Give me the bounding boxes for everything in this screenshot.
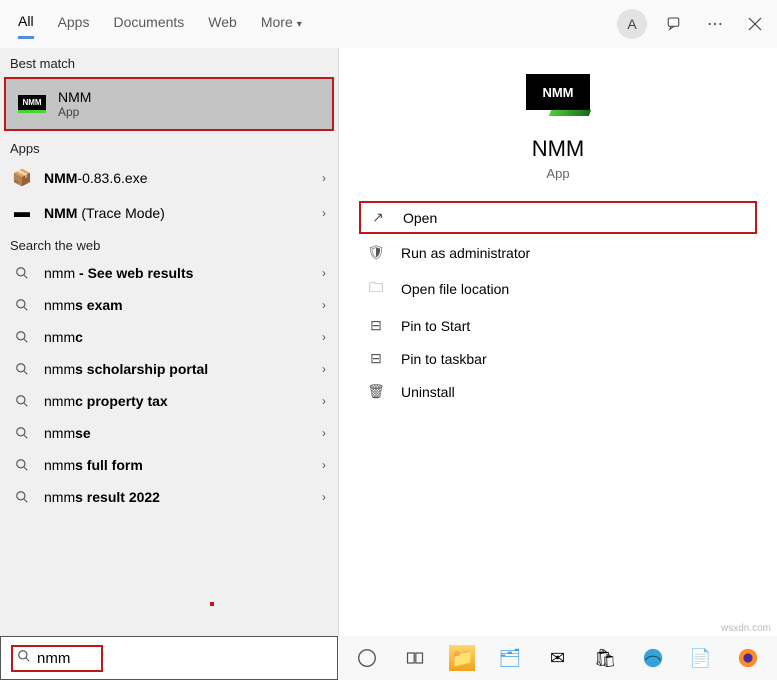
chevron-down-icon: ▾	[297, 19, 302, 30]
tab-web[interactable]: Web	[208, 10, 237, 38]
action-icon: ⊟	[367, 317, 385, 334]
best-match-label: Best match	[0, 48, 338, 75]
preview-subtitle: App	[546, 166, 569, 181]
chevron-right-icon: ›	[322, 171, 326, 185]
nmm-app-icon: NMM	[18, 95, 46, 113]
close-icon[interactable]	[743, 12, 767, 36]
action-label: Open	[403, 210, 437, 226]
nmm-logo-icon: NMM	[526, 74, 590, 110]
preview-panel: NMM NMM App ↗ Open 🛡 Run as administrator 🗀 O…	[338, 48, 777, 680]
search-web-label: Search the web	[0, 230, 338, 257]
chevron-right-icon: ›	[322, 266, 326, 280]
action-icon: 🗀	[367, 277, 385, 301]
search-input[interactable]	[37, 650, 97, 667]
store-icon[interactable]: 🛍	[592, 645, 618, 671]
search-icon	[17, 649, 31, 668]
chevron-right-icon: ›	[322, 330, 326, 344]
action-label: Run as administrator	[401, 245, 530, 261]
action-pin-to-start[interactable]: ⊟ Pin to Start	[359, 311, 757, 340]
tab-all[interactable]: All	[18, 9, 34, 39]
taskbar: 📁 🗂 ✉ 🛍 📄	[338, 636, 777, 680]
header-bar: All Apps Documents Web More▾ A ⋯	[0, 0, 777, 48]
action-label: Open file location	[401, 281, 509, 297]
action-icon: ⊟	[367, 350, 385, 367]
apps-label: Apps	[0, 133, 338, 160]
search-window: All Apps Documents Web More▾ A ⋯ Best ma…	[0, 0, 777, 680]
action-icon: ↗	[369, 209, 387, 226]
search-icon	[12, 458, 32, 472]
web-result-6[interactable]: nmms full form›	[0, 449, 338, 481]
watermark: wsxdn.com	[721, 623, 771, 634]
taskview-icon[interactable]	[402, 645, 428, 671]
action-icon: 🛡	[367, 244, 385, 261]
chevron-right-icon: ›	[322, 362, 326, 376]
action-open[interactable]: ↗ Open	[359, 201, 757, 234]
tab-documents[interactable]: Documents	[113, 10, 184, 38]
mail-icon[interactable]: ✉	[545, 645, 571, 671]
search-bar[interactable]	[0, 636, 338, 680]
web-result-2[interactable]: nmmc›	[0, 321, 338, 353]
web-result-5[interactable]: nmmse›	[0, 417, 338, 449]
file-explorer-icon[interactable]: 📁	[449, 645, 475, 671]
action-icon: 🗑	[367, 383, 385, 400]
app-result-0[interactable]: 📦 NMM-0.83.6.exe ›	[0, 160, 338, 196]
search-icon	[12, 362, 32, 376]
more-options-icon[interactable]: ⋯	[703, 12, 727, 36]
chevron-right-icon: ›	[322, 394, 326, 408]
action-pin-to-taskbar[interactable]: ⊟ Pin to taskbar	[359, 344, 757, 373]
action-label: Uninstall	[401, 384, 455, 400]
search-icon	[12, 490, 32, 504]
chevron-right-icon: ›	[322, 458, 326, 472]
search-icon	[12, 426, 32, 440]
user-avatar[interactable]: A	[617, 9, 647, 39]
main-area: Best match NMM NMM App Apps 📦 NMM-0.83.6…	[0, 48, 777, 680]
app-result-1[interactable]: ▬ NMM (Trace Mode) ›	[0, 196, 338, 230]
tab-more[interactable]: More▾	[261, 10, 302, 38]
action-label: Pin to Start	[401, 318, 470, 334]
app-icon: ▬	[12, 204, 32, 222]
action-run-as-administrator[interactable]: 🛡 Run as administrator	[359, 238, 757, 267]
web-result-4[interactable]: nmmc property tax›	[0, 385, 338, 417]
action-open-file-location[interactable]: 🗀 Open file location	[359, 271, 757, 307]
search-icon	[12, 394, 32, 408]
firefox-icon[interactable]	[735, 645, 761, 671]
chevron-right-icon: ›	[322, 298, 326, 312]
cortana-icon[interactable]	[354, 645, 380, 671]
search-icon	[12, 298, 32, 312]
edge-icon[interactable]	[640, 645, 666, 671]
best-match-title: NMM	[58, 89, 91, 105]
filter-tabs: All Apps Documents Web More▾	[10, 9, 302, 39]
app-icon[interactable]: 🗂	[497, 645, 523, 671]
search-icon	[12, 266, 32, 280]
feedback-icon[interactable]	[663, 12, 687, 36]
anomaly-dot	[210, 602, 214, 606]
notepad-icon[interactable]: 📄	[688, 645, 714, 671]
chevron-right-icon: ›	[322, 490, 326, 504]
action-uninstall[interactable]: 🗑 Uninstall	[359, 377, 757, 406]
chevron-right-icon: ›	[322, 206, 326, 220]
action-label: Pin to taskbar	[401, 351, 487, 367]
web-result-0[interactable]: nmm - See web results›	[0, 257, 338, 289]
preview-title: NMM	[532, 136, 585, 162]
app-icon: 📦	[12, 168, 32, 188]
web-result-7[interactable]: nmms result 2022›	[0, 481, 338, 513]
tab-apps[interactable]: Apps	[58, 10, 90, 38]
results-panel: Best match NMM NMM App Apps 📦 NMM-0.83.6…	[0, 48, 338, 680]
best-match-subtitle: App	[58, 105, 91, 119]
web-result-1[interactable]: nmms exam›	[0, 289, 338, 321]
search-icon	[12, 330, 32, 344]
chevron-right-icon: ›	[322, 426, 326, 440]
web-result-3[interactable]: nmms scholarship portal›	[0, 353, 338, 385]
best-match-item[interactable]: NMM NMM App	[4, 77, 334, 131]
